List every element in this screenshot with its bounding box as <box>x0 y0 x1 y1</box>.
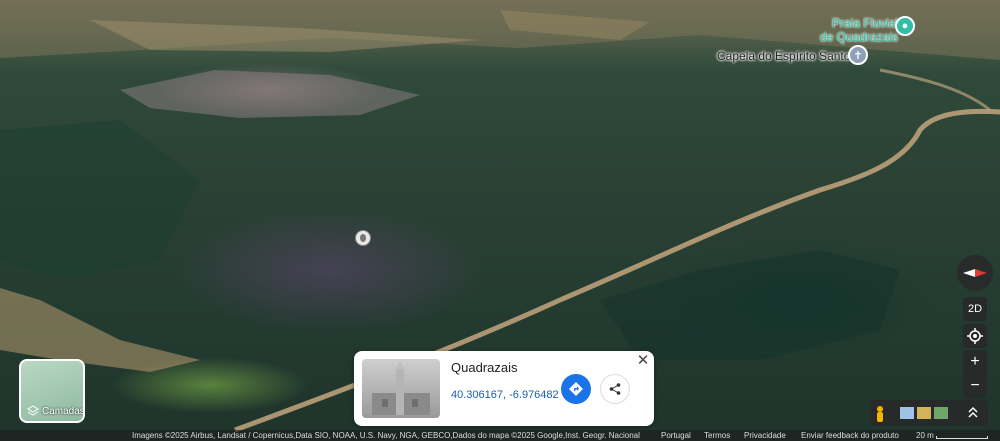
close-button[interactable]: ✕ <box>635 353 651 369</box>
terms-link[interactable]: Termos <box>704 430 730 441</box>
place-card: Quadrazais 40.306167, -6.976482 ✕ <box>354 351 654 426</box>
attribution-text: Imagens ©2025 Airbus, Landsat / Copernic… <box>132 431 640 440</box>
share-icon <box>609 383 621 395</box>
place-thumbnail[interactable] <box>362 359 440 418</box>
zoom-controls: + − <box>963 350 987 398</box>
zoom-in-button[interactable]: + <box>963 350 987 374</box>
zoom-out-button[interactable]: − <box>963 374 987 398</box>
expand-button[interactable] <box>966 405 980 421</box>
imagery-strip <box>870 400 988 426</box>
pegman-icon[interactable] <box>870 400 890 426</box>
beach-icon[interactable]: ● <box>895 16 915 36</box>
directions-icon <box>569 382 583 396</box>
privacy-link[interactable]: Privacidade <box>744 430 786 441</box>
directions-button[interactable] <box>561 374 591 404</box>
church-image-icon <box>372 361 430 415</box>
poi-capela-label[interactable]: Capela do Espírito Santo <box>717 49 850 63</box>
layers-label: Camadas <box>42 405 85 417</box>
place-title: Quadrazais <box>451 360 518 375</box>
cross-icon[interactable]: ✝ <box>848 45 868 65</box>
feedback-link[interactable]: Enviar feedback do produto <box>801 430 899 441</box>
compass-icon <box>963 269 987 277</box>
view-2d-toggle[interactable]: 2D <box>963 297 987 321</box>
layers-label-row: Camadas <box>27 405 85 417</box>
layers-button[interactable]: Camadas <box>19 359 85 423</box>
pin-icon <box>360 234 366 242</box>
compass-button[interactable] <box>957 255 993 291</box>
scale-label: 20 m <box>916 431 934 440</box>
crosshair-icon <box>967 328 983 344</box>
scale-bar <box>936 436 988 439</box>
place-coordinates[interactable]: 40.306167, -6.976482 <box>451 389 559 401</box>
footer-bar: Imagens ©2025 Airbus, Landsat / Copernic… <box>0 430 1000 441</box>
imagery-date-selector[interactable] <box>898 405 950 421</box>
share-button[interactable] <box>600 374 630 404</box>
language-link[interactable]: Portugal <box>661 430 691 441</box>
poi-praia-fluvial-name-line2: de Quadrazais <box>820 30 899 44</box>
layers-icon <box>27 405 39 416</box>
dropped-pin-marker[interactable] <box>355 230 371 246</box>
my-location-button[interactable] <box>963 324 987 348</box>
poi-praia-fluvial-label[interactable]: Praia Fluvial de Quadrazais <box>820 16 898 44</box>
poi-praia-fluvial-name-line1: Praia Fluvial <box>832 16 899 30</box>
